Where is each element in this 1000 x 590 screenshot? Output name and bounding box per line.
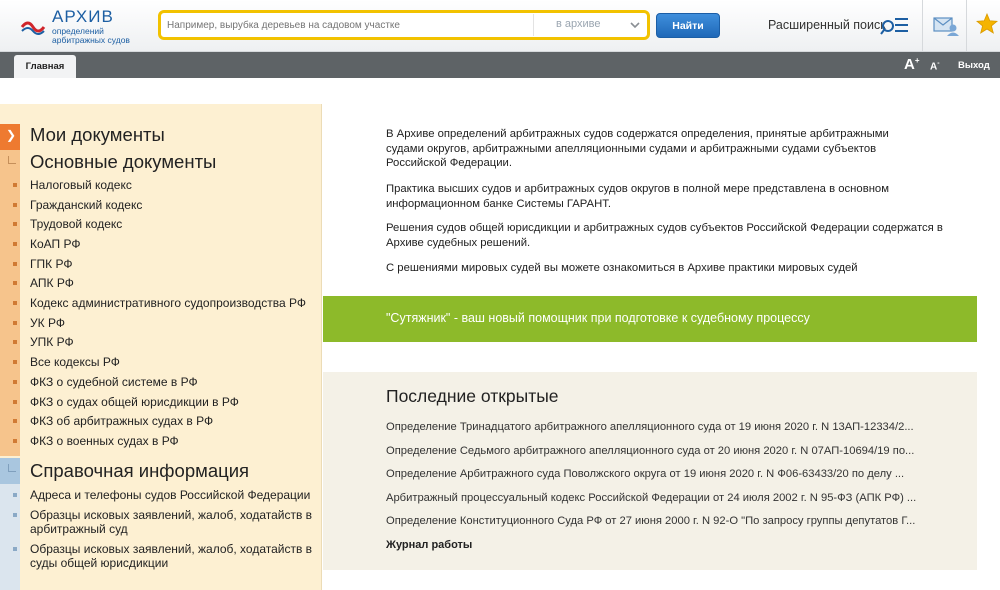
intro-paragraph-3: Решения судов общей юрисдикции и арбитра… xyxy=(386,222,943,249)
recent-item[interactable]: Определение Седьмого арбитражного апелля… xyxy=(386,445,946,457)
sidebar-item-tax-code[interactable]: Налоговый кодекс xyxy=(30,178,132,192)
header-divider xyxy=(966,0,967,52)
sidebar-item-general-court-samples[interactable]: Образцы исковых заявлений, жалоб, ходата… xyxy=(30,542,312,570)
favorites-star-icon[interactable] xyxy=(976,13,998,35)
sidebar-item-fkz-judicial-system[interactable]: ФКЗ о судебной системе в РФ xyxy=(30,375,198,389)
list-bullet xyxy=(13,301,17,305)
recent-item[interactable]: Определение Конституционного Суда РФ от … xyxy=(386,515,946,527)
recent-documents-panel: Последние открытые Определение Тринадцат… xyxy=(323,372,977,570)
advanced-search-icon[interactable] xyxy=(880,14,910,36)
sidebar-item-fkz-arbitration-courts[interactable]: ФКЗ об арбитражных судах в РФ xyxy=(30,414,213,428)
list-bullet xyxy=(13,513,17,517)
list-bullet xyxy=(13,400,17,404)
list-bullet xyxy=(13,321,17,325)
list-bullet xyxy=(13,419,17,423)
messages-icon[interactable] xyxy=(933,15,959,37)
font-increase-button[interactable]: A+ xyxy=(904,56,920,73)
tab-home[interactable]: Главная xyxy=(14,55,76,78)
list-bullet xyxy=(13,183,17,187)
sidebar-item-kas[interactable]: Кодекс административного судопроизводств… xyxy=(30,296,306,310)
main-documents-heading: Основные документы xyxy=(30,151,217,172)
sidebar-item-fkz-military-courts[interactable]: ФКЗ о военных судах в РФ xyxy=(30,434,179,448)
chevron-right-icon: ❯ xyxy=(6,128,17,142)
sidebar-item-upk[interactable]: УПК РФ xyxy=(30,335,74,349)
sidebar-strip xyxy=(0,124,20,456)
list-bullet xyxy=(13,203,17,207)
search-box: в архиве xyxy=(158,10,650,40)
archive-logo[interactable]: АРХИВ определений арбитражных судов xyxy=(18,7,158,47)
search-scope-value: в архиве xyxy=(556,18,601,30)
recent-item[interactable]: Определение Арбитражного суда Поволжског… xyxy=(386,468,946,480)
sidebar-item-civil-code[interactable]: Гражданский кодекс xyxy=(30,198,142,212)
journal-link[interactable]: Журнал работы xyxy=(386,539,472,551)
intro-paragraph-2: Практика высших судов и арбитражных судо… xyxy=(386,183,889,210)
top-header: АРХИВ определений арбитражных судов в ар… xyxy=(0,0,1000,52)
sutyazhnik-banner[interactable]: "Сутяжник" - ваш новый помощник при подг… xyxy=(323,296,977,342)
sidebar-item-uk[interactable]: УК РФ xyxy=(30,316,65,330)
my-documents-heading[interactable]: Мои документы xyxy=(30,124,165,146)
sidebar-item-court-addresses[interactable]: Адреса и телефоны судов Российской Федер… xyxy=(30,488,310,502)
font-decrease-button[interactable]: A- xyxy=(930,60,940,72)
intro-paragraph-1: В Архиве определений арбитражных судов с… xyxy=(386,128,889,169)
intro-paragraph-4[interactable]: С решениями мировых судей вы можете озна… xyxy=(386,261,976,276)
list-bullet xyxy=(13,547,17,551)
sidebar: ❯ Мои документы Основные документы Налог… xyxy=(0,104,322,590)
list-bullet xyxy=(13,493,17,497)
advanced-search-link[interactable]: Расширенный поиск xyxy=(768,18,886,32)
recent-title: Последние открытые xyxy=(386,386,559,406)
sidebar-item-fkz-general-courts[interactable]: ФКЗ о судах общей юрисдикции в РФ xyxy=(30,395,239,409)
sidebar-item-apk[interactable]: АПК РФ xyxy=(30,276,74,290)
banner-text: "Сутяжник" - ваш новый помощник при подг… xyxy=(386,311,810,325)
sidebar-item-koap[interactable]: КоАП РФ xyxy=(30,237,80,251)
search-input[interactable] xyxy=(167,16,527,34)
list-bullet xyxy=(13,380,17,384)
list-bullet xyxy=(13,360,17,364)
sidebar-item-arbitration-samples[interactable]: Образцы исковых заявлений, жалоб, ходата… xyxy=(30,508,312,536)
list-bullet xyxy=(13,242,17,246)
tab-bar: Главная A+ A- Выход xyxy=(0,52,1000,78)
logo-subtitle: определений арбитражных судов xyxy=(52,26,130,45)
list-bullet xyxy=(13,439,17,443)
sidebar-item-gpk[interactable]: ГПК РФ xyxy=(30,257,72,271)
sidebar-item-all-codes[interactable]: Все кодексы РФ xyxy=(30,355,120,369)
logo-mark-icon xyxy=(20,21,46,35)
recent-item[interactable]: Определение Тринадцатого арбитражного ап… xyxy=(386,421,946,433)
list-bullet xyxy=(13,222,17,226)
exit-button[interactable]: Выход xyxy=(958,60,990,71)
header-divider xyxy=(922,0,923,52)
reference-info-heading: Справочная информация xyxy=(30,460,250,481)
search-scope-select[interactable]: в архиве xyxy=(533,14,645,36)
logo-title: АРХИВ xyxy=(52,7,114,26)
list-bullet xyxy=(13,340,17,344)
chevron-down-icon xyxy=(630,22,640,29)
corner-mark-icon xyxy=(8,464,16,472)
recent-item[interactable]: Арбитражный процессуальный кодекс Россий… xyxy=(386,492,946,504)
find-button[interactable]: Найти xyxy=(656,13,720,38)
corner-mark-icon xyxy=(8,156,16,164)
list-bullet xyxy=(13,281,17,285)
sidebar-item-labor-code[interactable]: Трудовой кодекс xyxy=(30,217,122,231)
list-bullet xyxy=(13,262,17,266)
